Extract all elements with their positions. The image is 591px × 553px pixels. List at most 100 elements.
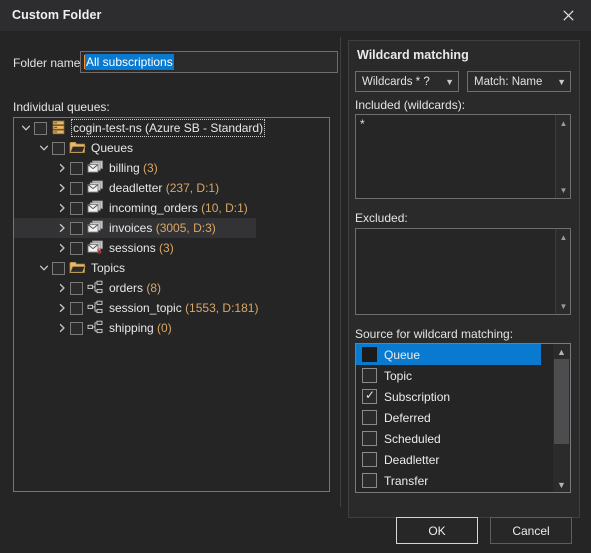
tree-row-count: (237, D:1) xyxy=(165,181,220,195)
tree-row[interactable]: invoices (3005, D:3) xyxy=(14,218,256,238)
scrollbar-thumb[interactable] xyxy=(554,359,569,444)
source-item-label: Topic xyxy=(384,368,413,383)
excluded-scrollbar[interactable]: ▲ ▼ xyxy=(555,229,570,314)
wildcard-matching-title: Wildcard matching xyxy=(357,48,469,62)
scroll-up-icon[interactable]: ▲ xyxy=(553,344,570,359)
source-list-item[interactable]: Transfer xyxy=(356,470,541,491)
tree-row-count: (10, D:1) xyxy=(201,201,248,215)
chevron-right-icon[interactable] xyxy=(54,318,70,338)
source-item-checkbox[interactable] xyxy=(362,410,377,425)
source-item-checkbox[interactable]: ✓ xyxy=(362,388,377,404)
chevron-right-icon[interactable] xyxy=(54,238,70,258)
tree-row-name: session_topic xyxy=(109,301,182,315)
tree-row[interactable]: session_topic (1553, D:181) xyxy=(14,298,329,318)
chevron-right-icon[interactable] xyxy=(54,158,70,178)
source-list-item[interactable]: Scheduled xyxy=(356,428,541,449)
tree-row-label: deadletter (237, D:1) xyxy=(109,181,219,195)
tree-row-checkbox[interactable] xyxy=(70,181,83,195)
queue-icon xyxy=(87,160,105,176)
source-list-item[interactable]: Deadletter xyxy=(356,449,541,470)
tree-row-checkbox[interactable] xyxy=(70,221,83,235)
chevron-right-icon[interactable] xyxy=(54,198,70,218)
tree-row-name: shipping xyxy=(109,321,154,335)
tree-row[interactable]: cogin-test-ns (Azure SB - Standard) xyxy=(14,118,329,138)
folder-name-input[interactable]: All subscriptions xyxy=(80,51,338,73)
tree-row[interactable]: Ssessions (3) xyxy=(14,238,329,258)
source-list-scrollbar[interactable]: ▲ ▼ xyxy=(553,344,570,492)
scroll-down-icon[interactable]: ▼ xyxy=(553,477,570,492)
queue-tree[interactable]: cogin-test-ns (Azure SB - Standard) Queue… xyxy=(13,117,330,492)
tree-row-count: (3) xyxy=(159,241,174,255)
source-item-checkbox[interactable] xyxy=(362,347,377,362)
chevron-down-icon: ▼ xyxy=(557,76,566,87)
match-dropdown[interactable]: Match: Name ▼ xyxy=(467,71,571,92)
tree-row-checkbox[interactable] xyxy=(52,261,65,275)
tree-row[interactable]: Queues xyxy=(14,138,329,158)
queue-icon xyxy=(87,180,105,196)
source-list-item[interactable]: Queue xyxy=(356,344,541,365)
scroll-down-icon[interactable]: ▼ xyxy=(556,183,570,197)
chevron-right-icon[interactable] xyxy=(54,278,70,298)
tree-row[interactable]: billing (3) xyxy=(14,158,329,178)
topic-icon xyxy=(87,300,105,316)
match-dropdown-value: Match: Name xyxy=(474,75,543,88)
source-item-checkbox[interactable] xyxy=(362,452,377,467)
tree-row-count: (1553, D:181) xyxy=(185,301,259,315)
panel-divider xyxy=(340,37,341,507)
tree-row-checkbox[interactable] xyxy=(70,241,83,255)
source-item-label: Scheduled xyxy=(384,431,441,446)
chevron-right-icon[interactable] xyxy=(54,218,70,238)
close-icon[interactable] xyxy=(546,0,591,31)
source-item-checkbox[interactable] xyxy=(362,473,377,488)
server-icon xyxy=(51,120,69,136)
tree-row-checkbox[interactable] xyxy=(70,161,83,175)
ok-button[interactable]: OK xyxy=(396,517,478,544)
included-textarea[interactable]: * ▲ ▼ xyxy=(355,114,571,199)
tree-row-checkbox[interactable] xyxy=(70,201,83,215)
scroll-up-icon[interactable]: ▲ xyxy=(556,230,570,244)
tree-row[interactable]: Topics xyxy=(14,258,329,278)
chevron-right-icon[interactable] xyxy=(54,298,70,318)
tree-row-name: Queues xyxy=(91,141,134,155)
chevron-down-icon[interactable] xyxy=(18,118,34,138)
chevron-down-icon[interactable] xyxy=(36,138,52,158)
tree-row-name: incoming_orders xyxy=(109,201,198,215)
tree-row-count: (0) xyxy=(157,321,172,335)
chevron-down-icon: ▼ xyxy=(445,76,454,87)
tree-row-checkbox[interactable] xyxy=(70,301,83,315)
tree-row-checkbox[interactable] xyxy=(70,281,83,295)
tree-row-checkbox[interactable] xyxy=(34,121,47,135)
excluded-textarea[interactable]: ▲ ▼ xyxy=(355,228,571,315)
scroll-down-icon[interactable]: ▼ xyxy=(556,299,570,313)
chevron-down-icon[interactable] xyxy=(36,258,52,278)
folder-name-value: All subscriptions xyxy=(85,54,174,70)
queue-icon xyxy=(87,200,105,216)
source-list-item[interactable]: Topic xyxy=(356,365,541,386)
svg-text:S: S xyxy=(97,247,102,254)
individual-queues-label: Individual queues: xyxy=(13,100,110,114)
scroll-up-icon[interactable]: ▲ xyxy=(556,116,570,130)
tree-row[interactable]: orders (8) xyxy=(14,278,329,298)
included-scrollbar[interactable]: ▲ ▼ xyxy=(555,115,570,198)
tree-row-name: Topics xyxy=(91,261,126,275)
included-value: * xyxy=(360,117,365,131)
source-list-item[interactable]: ✓ Subscription xyxy=(356,386,541,407)
tree-row[interactable]: shipping (0) xyxy=(14,318,329,338)
tree-row[interactable]: deadletter (237, D:1) xyxy=(14,178,329,198)
tree-row-checkbox[interactable] xyxy=(70,321,83,335)
tree-row-checkbox[interactable] xyxy=(52,141,65,155)
source-list[interactable]: Queue Topic ✓ Subscription Deferred Scheduled… xyxy=(355,343,571,493)
source-item-checkbox[interactable] xyxy=(362,368,377,383)
source-item-checkbox[interactable] xyxy=(362,431,377,446)
tree-row-label: invoices (3005, D:3) xyxy=(109,221,216,235)
source-item-label: Subscription xyxy=(384,389,451,404)
folder-icon xyxy=(69,260,87,276)
wildcards-dropdown[interactable]: Wildcards * ? ▼ xyxy=(355,71,459,92)
source-list-item[interactable]: Deferred xyxy=(356,407,541,428)
tree-row-label: Topics xyxy=(91,261,125,275)
topic-icon xyxy=(87,320,105,336)
chevron-right-icon[interactable] xyxy=(54,178,70,198)
tree-row[interactable]: incoming_orders (10, D:1) xyxy=(14,198,329,218)
cancel-button[interactable]: Cancel xyxy=(490,517,572,544)
tree-row-count: (3) xyxy=(143,161,158,175)
